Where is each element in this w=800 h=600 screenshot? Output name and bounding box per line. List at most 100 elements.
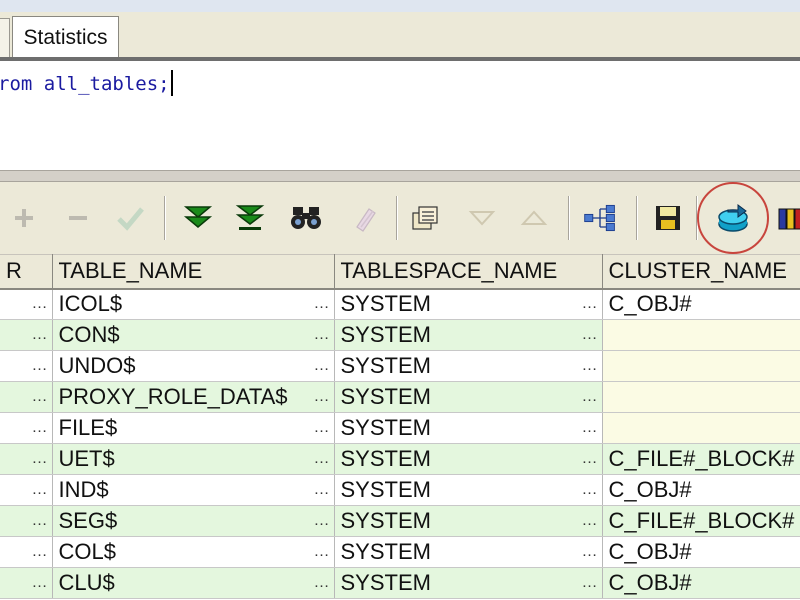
column-header-tablespace-name[interactable]: TABLESPACE_NAME	[334, 254, 603, 290]
cell-expand-button[interactable]: …	[314, 295, 330, 313]
fetch-next-button[interactable]	[180, 200, 216, 236]
cell-tablespace-name[interactable]: SYSTEM…	[334, 288, 603, 320]
column-header-table-name[interactable]: TABLE_NAME	[52, 254, 335, 290]
cell-expand-button[interactable]: …	[314, 481, 330, 499]
table-row[interactable]: … UET$ … SYSTEM … C_FILE#_BLOCK#	[0, 443, 800, 475]
cell-table-name[interactable]: FILE$…	[52, 412, 335, 444]
fetch-all-button[interactable]	[232, 200, 268, 236]
cell-expand-button[interactable]: …	[582, 326, 598, 344]
cell-tablespace-name[interactable]: SYSTEM…	[334, 567, 603, 599]
cell-tablespace-name[interactable]: SYSTEM…	[334, 443, 603, 475]
pane-splitter[interactable]	[0, 170, 800, 182]
table-row[interactable]: … CON$… SYSTEM…	[0, 319, 800, 351]
cell-expand-button[interactable]: …	[314, 326, 330, 344]
table-row[interactable]: … COL$ … SYSTEM … C_OBJ#	[0, 536, 800, 568]
cell-expand-button[interactable]: …	[582, 574, 598, 592]
cell-table-name[interactable]: SEG$…	[52, 505, 335, 537]
table-row[interactable]: … CLU$ … SYSTEM … C_OBJ#	[0, 567, 800, 599]
cell-cluster-name[interactable]: C_OBJ#	[602, 288, 800, 320]
cell-expand-button[interactable]: …	[314, 450, 330, 468]
cell-table-name[interactable]: UET$…	[52, 443, 335, 475]
cell-expand-button[interactable]: …	[582, 543, 598, 561]
delete-record-button[interactable]	[60, 200, 96, 236]
table-row[interactable]: … IND$ … SYSTEM … C_OBJ#	[0, 474, 800, 506]
cell-table-name[interactable]: CLU$ …	[52, 567, 335, 599]
cell-expand-button[interactable]: …	[314, 543, 330, 561]
cell-expand-button[interactable]: …	[32, 419, 48, 437]
cell-table-name[interactable]: PROXY_ROLE_DATA$…	[52, 381, 335, 413]
sort-ascending-icon	[520, 210, 548, 225]
cell-cluster-name[interactable]	[602, 381, 800, 413]
explain-plan-button[interactable]	[582, 200, 618, 236]
cell-tablespace-name-text: SYSTEM	[340, 353, 431, 378]
cell-tablespace-name[interactable]: SYSTEM…	[334, 412, 603, 444]
cell-table-name[interactable]: ICOL$…	[52, 288, 335, 320]
query-by-example-button[interactable]	[408, 200, 444, 236]
table-row[interactable]: … FILE$… SYSTEM…	[0, 412, 800, 444]
save-button[interactable]	[650, 200, 686, 236]
cell-r: …	[0, 567, 53, 599]
cell-expand-button[interactable]: …	[582, 450, 598, 468]
clear-button[interactable]	[348, 200, 384, 236]
table-row[interactable]: … PROXY_ROLE_DATA$… SYSTEM…	[0, 381, 800, 413]
cell-cluster-name[interactable]	[602, 412, 800, 444]
cell-tablespace-name[interactable]: SYSTEM…	[334, 381, 603, 413]
post-edit-button[interactable]	[112, 200, 148, 236]
cell-table-name[interactable]: COL$…	[52, 536, 335, 568]
tab-statistics[interactable]: Statistics	[12, 16, 119, 58]
find-button[interactable]	[288, 200, 324, 236]
sql-editor[interactable]: rom all_tables;	[0, 62, 800, 170]
cell-expand-button[interactable]: …	[582, 512, 598, 530]
cell-expand-button[interactable]: …	[32, 357, 48, 375]
cell-expand-button[interactable]: …	[32, 543, 48, 561]
table-row[interactable]: … UNDO$… SYSTEM…	[0, 350, 800, 382]
cell-expand-button[interactable]: …	[32, 295, 48, 313]
cell-expand-button[interactable]: …	[314, 574, 330, 592]
cell-expand-button[interactable]: …	[582, 295, 598, 313]
cell-expand-button[interactable]: …	[32, 450, 48, 468]
cell-expand-button[interactable]: …	[582, 388, 598, 406]
cell-expand-button[interactable]: …	[314, 357, 330, 375]
cell-expand-button[interactable]: …	[314, 388, 330, 406]
cell-tablespace-name[interactable]: SYSTEM …	[334, 505, 603, 537]
cell-expand-button[interactable]: …	[32, 512, 48, 530]
cell-tablespace-name[interactable]: SYSTEM…	[334, 536, 603, 568]
cell-expand-button[interactable]: …	[582, 357, 598, 375]
table-row[interactable]: … SEG$ … SYSTEM … C_FILE#_BLOCK#	[0, 505, 800, 537]
tab-previous[interactable]	[0, 18, 10, 58]
sort-descending-icon	[468, 211, 496, 226]
cell-expand-button[interactable]: …	[314, 512, 330, 530]
sort-ascending-button[interactable]	[516, 200, 552, 236]
cell-cluster-name[interactable]	[602, 319, 800, 351]
cell-r: …	[0, 350, 53, 382]
cell-expand-button[interactable]: …	[32, 388, 48, 406]
cell-expand-button[interactable]: …	[32, 326, 48, 344]
cell-expand-button[interactable]: …	[582, 481, 598, 499]
cell-cluster-name[interactable]	[602, 350, 800, 382]
cell-cluster-name[interactable]: C_OBJ#	[602, 536, 800, 568]
cell-expand-button[interactable]: …	[32, 481, 48, 499]
cell-table-name[interactable]: CON$…	[52, 319, 335, 351]
cell-cluster-name[interactable]: C_OBJ#	[602, 567, 800, 599]
view-button[interactable]	[772, 200, 800, 236]
table-row[interactable]: … ICOL$ … SYSTEM … C_OBJ#	[0, 288, 800, 320]
cell-tablespace-name-text: SYSTEM	[340, 322, 431, 347]
cell-table-name[interactable]: UNDO$…	[52, 350, 335, 382]
cell-tablespace-name[interactable]: SYSTEM …	[334, 350, 603, 382]
cell-expand-button[interactable]: …	[582, 419, 598, 437]
column-header-r[interactable]: R	[0, 254, 53, 290]
cell-cluster-name[interactable]: C_FILE#_BLOCK#	[602, 505, 800, 537]
fetch-all-icon	[235, 205, 265, 230]
cell-cluster-name[interactable]: C_FILE#_BLOCK#	[602, 443, 800, 475]
cell-table-name-text: CLU$	[58, 570, 115, 595]
cell-table-name[interactable]: IND$…	[52, 474, 335, 506]
cell-tablespace-name[interactable]: SYSTEM …	[334, 319, 603, 351]
cell-expand-button[interactable]: …	[32, 574, 48, 592]
cell-tablespace-name[interactable]: SYSTEM…	[334, 474, 603, 506]
cell-cluster-name[interactable]: C_OBJ#	[602, 474, 800, 506]
column-header-cluster-name[interactable]: CLUSTER_NAME	[602, 254, 800, 290]
cell-expand-button[interactable]: …	[314, 419, 330, 437]
sort-descending-button[interactable]	[464, 200, 500, 236]
cell-tablespace-name-text: SYSTEM	[340, 508, 431, 533]
add-record-button[interactable]	[6, 200, 42, 236]
